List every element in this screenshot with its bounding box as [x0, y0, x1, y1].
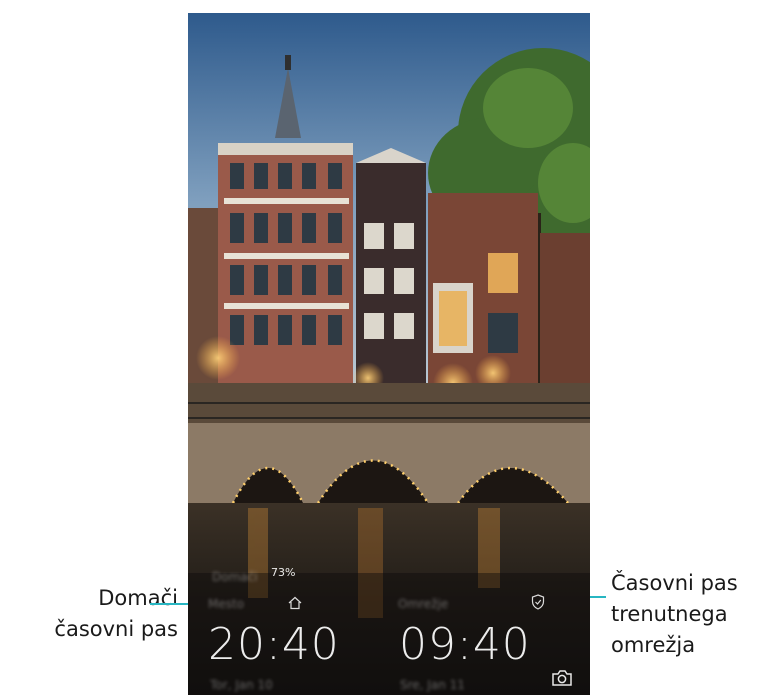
home-clock: 20:40 — [208, 619, 340, 670]
network-timezone-label-line3: omrežja — [611, 633, 696, 657]
network-city-name-blurred: Omrežje — [398, 597, 449, 611]
home-city-name-blurred: Mesto — [208, 597, 245, 611]
network-date-blurred: Sre, Jan 11 — [400, 678, 465, 692]
network-timezone-label-line1: Časovni pas — [611, 571, 738, 595]
home-timezone-label-line1: Domači — [98, 586, 178, 610]
wallpaper-amsterdam-canal — [188, 13, 590, 695]
battery-level: 73% — [271, 566, 296, 579]
home-timezone-label-line2: časovni pas — [54, 617, 178, 641]
shield-icon — [531, 594, 545, 614]
home-date-blurred: Tor, Jan 10 — [210, 678, 273, 692]
network-timezone-label-line2: trenutnega — [611, 602, 728, 626]
network-clock: 09:40 — [399, 619, 531, 670]
camera-icon[interactable] — [551, 669, 573, 691]
network-timezone-callout: Časovni pas trenutnega omrežja — [611, 568, 776, 661]
home-city-label-blurred: Domači — [212, 570, 258, 584]
home-icon — [288, 595, 302, 614]
home-timezone-callout: Domači časovni pas — [8, 583, 178, 645]
lock-screen[interactable]: Domači 73% Mesto Omrežje 20:40 09:40 Tor… — [188, 13, 590, 695]
